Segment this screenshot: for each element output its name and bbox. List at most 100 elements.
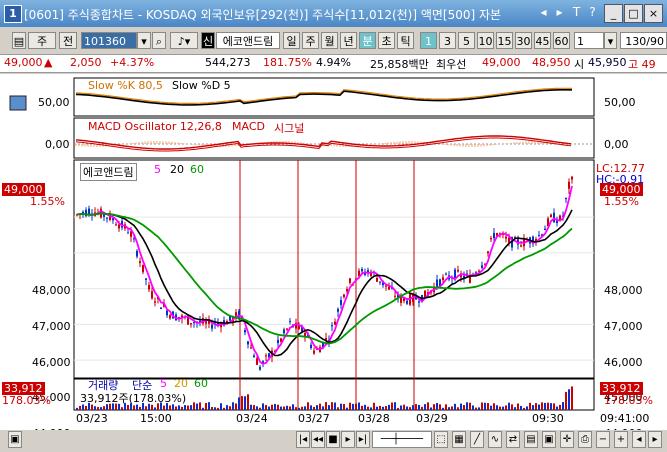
zoom-slider[interactable]: ──┼──── [372, 431, 432, 448]
candle-body [277, 339, 279, 344]
search-icon[interactable]: ⌕ [152, 32, 166, 49]
candle-body [343, 294, 345, 297]
period-minute[interactable]: 분 [359, 32, 376, 49]
candle-body [442, 277, 444, 281]
volume-bar [439, 404, 441, 410]
cross-icon[interactable]: ✛ [560, 431, 574, 448]
minute-5[interactable]: 5 [458, 32, 475, 49]
chart-type-icon[interactable]: ▤ [12, 32, 26, 49]
zoom-fit-icon[interactable]: ⬚ [434, 431, 448, 448]
volume-bar [277, 404, 279, 410]
candle-body [388, 286, 390, 290]
stock-code-input[interactable]: 101360 [81, 32, 137, 49]
grid-icon[interactable]: ▦ [452, 431, 466, 448]
volume-bar [313, 406, 315, 410]
period-year[interactable]: 년 [340, 32, 357, 49]
volume-bar [523, 407, 525, 410]
volume-bar [298, 407, 300, 410]
volume-bar [307, 402, 309, 410]
candle-body [418, 301, 420, 303]
volume-bar [367, 406, 369, 410]
volume-bar [187, 405, 189, 410]
period-week[interactable]: 주 [302, 32, 319, 49]
period-second[interactable]: 초 [378, 32, 395, 49]
volume-bar [388, 404, 390, 410]
close-button[interactable]: × [644, 4, 663, 23]
count-display[interactable]: 130/90 [620, 32, 667, 49]
indicator-icon[interactable]: ∿ [488, 431, 502, 448]
compare-icon[interactable]: ⇄ [506, 431, 520, 448]
settings-icon[interactable]: ▣ [8, 431, 22, 448]
zoom-in-icon[interactable]: + [614, 431, 628, 448]
minute-1[interactable]: 1 [420, 32, 437, 49]
period-day[interactable]: 일 [283, 32, 300, 49]
panel-grid-icon[interactable] [9, 95, 27, 111]
legend-stock-name: 에코앤드림 [80, 163, 137, 181]
market-select[interactable]: 주 [28, 32, 56, 49]
all-toggle[interactable]: 전 [59, 32, 77, 49]
stoch-right-tick: 50,00 [604, 96, 636, 109]
volume-bar [373, 402, 375, 410]
chart-area[interactable]: Slow %K 80,5 Slow %D 5 50,00 50,00 MACD … [0, 74, 667, 440]
volume-bar [490, 405, 492, 410]
candle-body [436, 279, 438, 287]
period-tick[interactable]: 틱 [397, 32, 414, 49]
macd-osc-label: MACD Oscillator 12,26,8 [88, 120, 222, 133]
minute-3[interactable]: 3 [439, 32, 456, 49]
next-icon[interactable]: ▸ [552, 5, 567, 20]
candle-body [247, 341, 249, 345]
line-icon[interactable]: ╱ [470, 431, 484, 448]
minimize-button[interactable]: _ [604, 4, 623, 23]
volume-bar [535, 403, 537, 410]
volume-bar [493, 403, 495, 410]
volume-bar [481, 402, 483, 410]
volume-bar [547, 402, 549, 410]
trade-amount: 25,858백만 [370, 58, 429, 71]
best-ask-label: 최우선 [436, 58, 467, 71]
volume-bar [199, 402, 201, 410]
text-icon[interactable]: T [569, 5, 584, 20]
scroll-next-icon[interactable]: ▸ [341, 431, 355, 448]
candle-body [289, 320, 291, 322]
candle-body [151, 291, 153, 299]
volume-bar [550, 403, 552, 410]
volume-bar [361, 405, 363, 410]
candle-body [106, 217, 108, 219]
print-icon[interactable]: ⎙ [578, 431, 592, 448]
scroll-prev-icon[interactable]: ◂◂ [311, 431, 325, 448]
scroll-last-icon[interactable]: ▸| [356, 431, 370, 448]
candle-body [376, 277, 378, 282]
minute-45[interactable]: 45 [534, 32, 551, 49]
speaker-icon[interactable]: ♪▾ [170, 32, 198, 49]
table-icon[interactable]: ▤ [524, 431, 538, 448]
volume-ratio: 181.75% [263, 56, 312, 69]
volume-bar [466, 402, 468, 410]
interval-dropdown-icon[interactable]: ▾ [604, 32, 617, 49]
zoom-out-icon[interactable]: − [596, 431, 610, 448]
price-tick-label: 48,000 [32, 284, 71, 298]
volume-last: 33,912주(178.03%) [80, 392, 187, 405]
prev-page-icon[interactable]: ◂ [632, 431, 646, 448]
next-page-icon[interactable]: ▸ [648, 431, 662, 448]
fill-icon[interactable]: ▣ [542, 431, 556, 448]
time-label: 03/29 [416, 412, 448, 425]
volume-bar [355, 403, 357, 410]
change-percent: +4.37% [110, 56, 155, 69]
volume-bar [457, 407, 459, 410]
maximize-button[interactable]: □ [624, 4, 643, 23]
minute-30[interactable]: 30 [515, 32, 532, 49]
help-icon[interactable]: ? [585, 5, 600, 20]
minute-60[interactable]: 60 [553, 32, 570, 49]
minute-10[interactable]: 10 [477, 32, 494, 49]
minute-15[interactable]: 15 [496, 32, 513, 49]
volume-bar [259, 407, 261, 410]
candle-body [286, 328, 288, 330]
stop-icon[interactable]: ■ [326, 431, 340, 448]
candle-body [310, 344, 312, 349]
prev-icon[interactable]: ◂ [536, 5, 551, 20]
dropdown-icon[interactable]: ▾ [137, 32, 151, 49]
interval-select[interactable]: 1 [574, 32, 604, 49]
legend-ma20: 20 [170, 163, 184, 176]
scroll-first-icon[interactable]: |◂ [296, 431, 310, 448]
period-month[interactable]: 월 [321, 32, 338, 49]
